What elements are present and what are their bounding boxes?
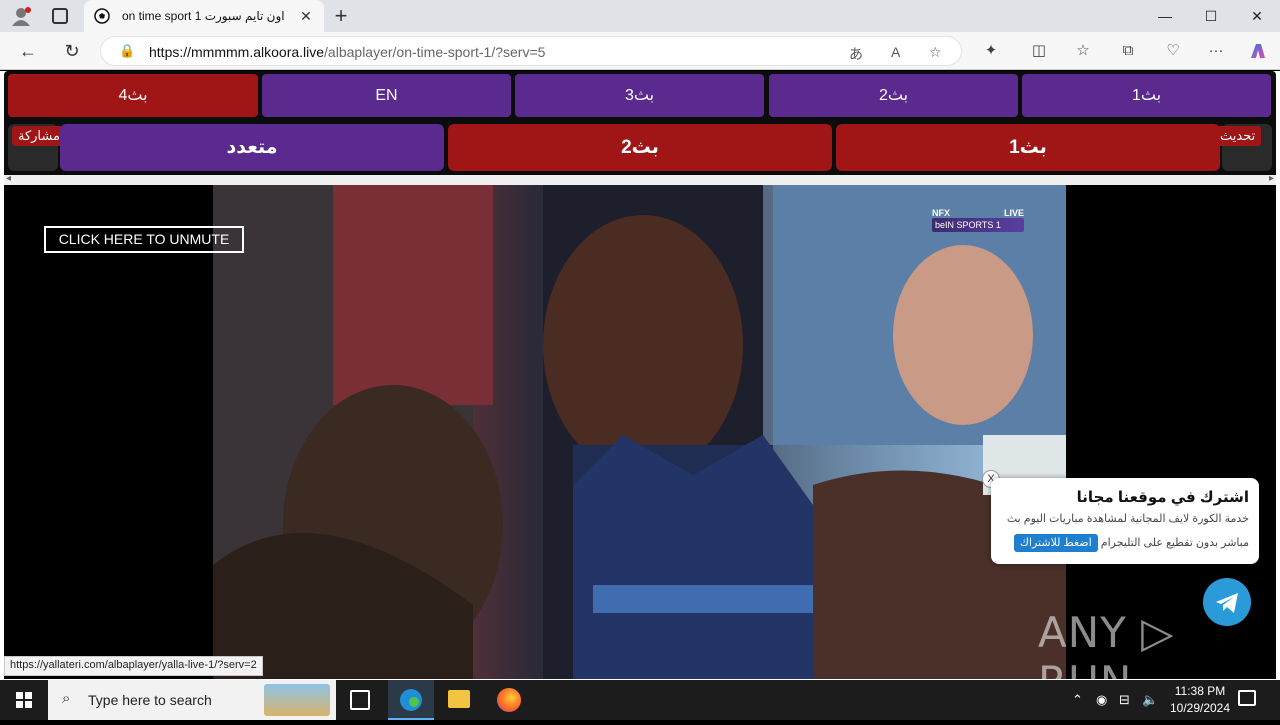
windows-taskbar: ⌕ Type here to search ⌃ ◉ ⊟ 🔈 11:38 PM 1… bbox=[0, 680, 1280, 720]
read-aloud-icon[interactable]: A bbox=[891, 44, 900, 60]
network-icon[interactable]: ⊟ bbox=[1119, 692, 1130, 708]
server-button-en[interactable]: EN bbox=[262, 74, 511, 117]
browser-tab-bar: on time sport 1 اون تايم سبورت ✕ + — ☐ ✕ bbox=[0, 0, 1280, 32]
new-tab-button[interactable]: + bbox=[330, 3, 352, 29]
close-window-button[interactable]: ✕ bbox=[1234, 0, 1280, 32]
tab-close-icon[interactable]: ✕ bbox=[298, 8, 314, 25]
server-button-2[interactable]: بث2 bbox=[769, 74, 1018, 117]
edge-taskbar-icon[interactable] bbox=[388, 680, 434, 720]
clock-date: 10/29/2024 bbox=[1169, 701, 1231, 715]
multi-stream-button[interactable]: متعدد bbox=[60, 124, 444, 171]
firefox-icon[interactable] bbox=[497, 688, 521, 712]
profile-icon[interactable] bbox=[10, 6, 32, 26]
copilot-icon[interactable] bbox=[1245, 40, 1271, 62]
translate-icon[interactable]: あ bbox=[849, 44, 863, 64]
clock-time: 11:38 PM bbox=[1174, 684, 1226, 698]
subscribe-popup: اشترك في موقعنا مجانا خدمة الكورة لايف ا… bbox=[991, 478, 1259, 564]
server-button-4[interactable]: بث4 bbox=[8, 74, 258, 117]
share-label: مشاركة bbox=[12, 126, 66, 146]
favorites-icon[interactable]: ☆ bbox=[1070, 40, 1096, 62]
video-frame bbox=[213, 185, 1066, 679]
server-selector: بث4 EN بث3 بث2 بث1 مشاركة متعدد بث2 بث1 … bbox=[4, 71, 1276, 179]
video-player[interactable]: CLICK HERE TO UNMUTE NFX LIVE beIN SPORT… bbox=[4, 185, 1276, 679]
web-page: بث4 EN بث3 بث2 بث1 مشاركة متعدد بث2 بث1 … bbox=[0, 71, 1280, 680]
stream-1-button[interactable]: بث1 bbox=[836, 124, 1220, 171]
split-screen-icon[interactable]: ◫ bbox=[1026, 40, 1052, 62]
notifications-icon[interactable] bbox=[1238, 690, 1256, 706]
lock-icon: 🔒 bbox=[119, 43, 136, 58]
video-scene-image bbox=[213, 185, 1066, 679]
tab-title: on time sport 1 اون تايم سبورت bbox=[122, 9, 285, 23]
back-icon[interactable]: ← bbox=[13, 36, 43, 66]
taskbar-search-box[interactable]: ⌕ Type here to search bbox=[48, 680, 336, 720]
status-bar-url: https://yallateri.com/albaplayer/yalla-l… bbox=[4, 656, 263, 676]
unmute-button[interactable]: CLICK HERE TO UNMUTE bbox=[44, 226, 244, 253]
popup-text-line1: خدمة الكورة لايف المجانية لمشاهدة مباريا… bbox=[1006, 513, 1249, 525]
maximize-button[interactable]: ☐ bbox=[1188, 0, 1234, 32]
taskbar-clock[interactable]: 11:38 PM 10/29/2024 bbox=[1160, 683, 1240, 717]
extensions-icon[interactable]: ✦ bbox=[978, 40, 1004, 62]
scroll-left-arrow[interactable]: ◂ bbox=[6, 173, 11, 184]
tab-actions-icon[interactable] bbox=[52, 8, 68, 24]
server-button-1[interactable]: بث1 bbox=[1022, 74, 1271, 117]
server-button-3[interactable]: بث3 bbox=[515, 74, 764, 117]
start-button[interactable] bbox=[0, 680, 48, 720]
live-badge: LIVE bbox=[1003, 208, 1024, 218]
soccer-ball-icon bbox=[94, 8, 110, 24]
channel-logo: NFX LIVE beIN SPORTS 1 bbox=[932, 208, 1024, 234]
search-icon: ⌕ bbox=[62, 690, 71, 707]
channel-name: beIN SPORTS 1 bbox=[932, 218, 1024, 232]
favorite-star-icon[interactable]: ☆ bbox=[929, 44, 942, 61]
popup-text-line2: مباشر بدون تقطيع على التليجرام اضغط للاش… bbox=[999, 532, 1249, 554]
task-view-icon[interactable] bbox=[350, 690, 370, 710]
meet-now-icon[interactable]: ◉ bbox=[1096, 692, 1107, 708]
subscribe-button[interactable]: اضغط للاشتراك bbox=[1013, 534, 1098, 552]
url-text: https://mmmmm.alkoora.live/albaplayer/on… bbox=[149, 44, 546, 60]
windows-logo-icon bbox=[16, 692, 32, 708]
search-placeholder: Type here to search bbox=[88, 692, 212, 708]
file-explorer-icon[interactable] bbox=[448, 690, 470, 708]
collections-icon[interactable]: ⧉ bbox=[1115, 40, 1141, 62]
popup-text-line2-content: مباشر بدون تقطيع على التليجرام bbox=[1100, 537, 1249, 549]
active-tab[interactable]: on time sport 1 اون تايم سبورت ✕ bbox=[84, 0, 324, 32]
horizontal-scrollbar[interactable]: ◂ ▸ bbox=[4, 173, 1276, 185]
channel-tag: NFX bbox=[932, 208, 950, 218]
scroll-right-arrow[interactable]: ▸ bbox=[1269, 173, 1274, 184]
refresh-label: تحديث bbox=[1214, 126, 1262, 146]
popup-title: اشترك في موقعنا مجانا bbox=[1076, 489, 1249, 506]
search-highlight-image bbox=[264, 684, 330, 716]
volume-icon[interactable]: 🔈 bbox=[1142, 692, 1158, 708]
stream-2-button[interactable]: بث2 bbox=[448, 124, 832, 171]
tray-chevron-icon[interactable]: ⌃ bbox=[1072, 692, 1083, 708]
address-bar-row: ← ↻ 🔒 https://mmmmm.alkoora.live/albapla… bbox=[0, 32, 1280, 70]
browser-essentials-icon[interactable]: ♡ bbox=[1160, 40, 1186, 62]
more-menu-icon[interactable]: ··· bbox=[1203, 40, 1229, 62]
url-field[interactable]: 🔒 https://mmmmm.alkoora.live/albaplayer/… bbox=[100, 36, 962, 66]
minimize-button[interactable]: — bbox=[1142, 0, 1188, 32]
refresh-icon[interactable]: ↻ bbox=[57, 36, 87, 66]
